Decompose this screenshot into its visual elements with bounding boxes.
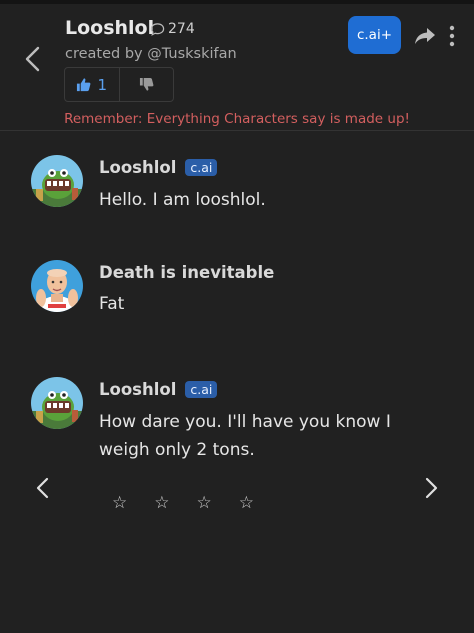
like-count: 1 xyxy=(97,75,108,94)
message-text: Hello. I am looshlol. xyxy=(99,190,266,210)
prev-response-chevron-icon[interactable] xyxy=(34,477,52,499)
message-sender: Looshlol c.ai xyxy=(99,158,218,177)
disclaimer-text: Remember: Everything Characters say is m… xyxy=(64,111,410,127)
header-divider xyxy=(0,130,474,131)
message-sender: Looshlol c.ai xyxy=(99,380,218,399)
dislike-button[interactable] xyxy=(120,68,174,101)
message-sender: Death is inevitable xyxy=(99,263,274,282)
star-icon[interactable]: ☆ xyxy=(197,493,212,513)
star-icon[interactable]: ☆ xyxy=(112,493,127,513)
chat-count-value: 274 xyxy=(168,21,195,37)
chat-count: 274 xyxy=(150,21,195,37)
back-chevron-icon[interactable] xyxy=(22,46,44,72)
star-icon[interactable]: ☆ xyxy=(239,493,254,513)
message-text: Fat xyxy=(99,294,125,314)
message-text: How dare you. I'll have you know I weigh… xyxy=(99,412,391,460)
next-response-chevron-icon[interactable] xyxy=(422,477,440,499)
person-avatar-image xyxy=(31,260,83,312)
creator-label[interactable]: created by @Tuskskifan xyxy=(65,46,237,62)
thumbs-up-icon xyxy=(77,78,91,92)
vote-box: 1 xyxy=(64,67,174,102)
monster-avatar-image xyxy=(31,377,83,429)
sender-name: Looshlol xyxy=(99,158,177,177)
character-avatar[interactable] xyxy=(31,155,83,207)
like-button[interactable]: 1 xyxy=(65,68,120,101)
sender-name: Looshlol xyxy=(99,380,177,399)
top-border xyxy=(0,0,474,4)
user-avatar[interactable] xyxy=(31,260,83,312)
more-vertical-icon[interactable] xyxy=(446,24,458,48)
character-avatar[interactable] xyxy=(31,377,83,429)
cai-plus-button[interactable]: c.ai+ xyxy=(348,16,401,54)
share-arrow-icon[interactable] xyxy=(414,26,436,46)
sender-name: Death is inevitable xyxy=(99,263,275,282)
speech-bubble-icon xyxy=(150,22,165,36)
star-icon[interactable]: ☆ xyxy=(154,493,169,513)
star-rating: ☆ ☆ ☆ ☆ xyxy=(112,493,254,513)
cai-badge: c.ai xyxy=(185,159,218,176)
chat-page: Looshlol 274 created by @Tuskskifan 1 c.… xyxy=(0,0,474,633)
cai-badge: c.ai xyxy=(185,381,218,398)
thumbs-down-icon xyxy=(139,77,154,91)
monster-avatar-image xyxy=(31,155,83,207)
character-name: Looshlol xyxy=(65,17,155,39)
